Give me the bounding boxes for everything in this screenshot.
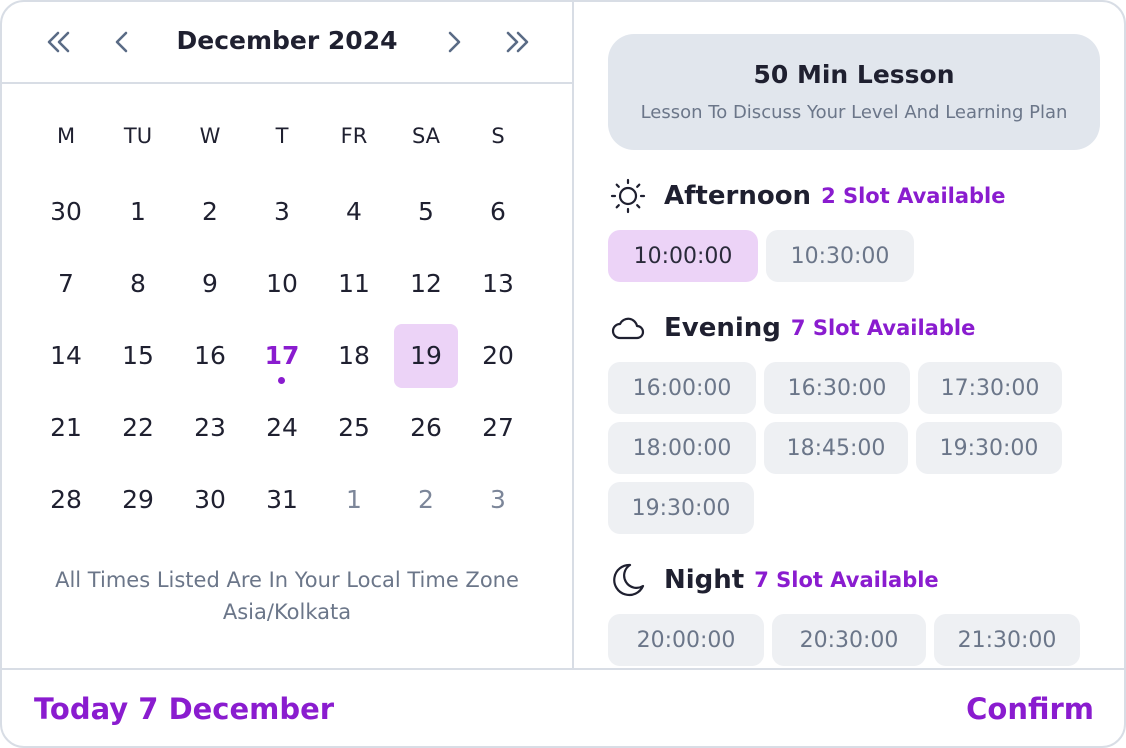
slot-count: 7 Slot Available — [790, 316, 976, 340]
weekday-label: T — [275, 124, 289, 148]
calendar-day[interactable]: 5 — [390, 180, 462, 244]
cloud-icon — [608, 308, 648, 348]
calendar-header: December 2024 — [2, 2, 572, 84]
section-label: Afternoon — [664, 181, 812, 211]
calendar-day[interactable]: 30 — [30, 180, 102, 244]
calendar-day[interactable]: 25 — [318, 396, 390, 460]
slots-pane: 50 Min Lesson Lesson To Discuss Your Lev… — [576, 2, 1124, 668]
time-slot[interactable]: 16:00:00 — [608, 362, 756, 414]
prev-year-button[interactable] — [38, 24, 78, 64]
calendar-day[interactable]: 4 — [318, 180, 390, 244]
chevron-right-icon — [437, 25, 471, 63]
calendar-day[interactable]: 21 — [30, 396, 102, 460]
time-slot[interactable]: 17:30:00 — [918, 362, 1062, 414]
calendar-day[interactable]: 30 — [174, 468, 246, 532]
calendar-day-selected[interactable]: 19 — [390, 324, 462, 388]
calendar-day-next-month[interactable]: 2 — [390, 468, 462, 532]
time-slot[interactable]: 18:00:00 — [608, 422, 756, 474]
section-label: Night — [664, 565, 745, 595]
lesson-title: 50 Min Lesson — [753, 60, 955, 89]
timezone-note: All Times Listed Are In Your Local Time … — [2, 564, 572, 628]
section-label: Evening — [664, 313, 781, 343]
calendar-day-next-month[interactable]: 1 — [318, 468, 390, 532]
calendar-day[interactable]: 16 — [174, 324, 246, 388]
calendar-day[interactable]: 13 — [462, 252, 534, 316]
time-slot-selected[interactable]: 10:00:00 — [608, 230, 758, 282]
calendar-pane: December 2024 M TU W T FR SA S 30 1 2 3 … — [2, 2, 574, 668]
afternoon-section-header: Afternoon 2 Slot Available — [608, 176, 1006, 216]
next-month-button[interactable] — [434, 24, 474, 64]
calendar-day-today[interactable]: 17 — [246, 324, 318, 388]
confirm-button[interactable]: Confirm — [966, 692, 1094, 726]
calendar-day[interactable]: 24 — [246, 396, 318, 460]
weekday-label: SA — [411, 124, 441, 148]
evening-section-header: Evening 7 Slot Available — [608, 308, 975, 348]
calendar-week: 30 1 2 3 4 5 6 — [30, 180, 534, 244]
footer-bar: Today 7 December Confirm — [2, 668, 1124, 746]
month-title: December 2024 — [176, 26, 398, 55]
night-section-header: Night 7 Slot Available — [608, 560, 939, 600]
sun-icon — [608, 176, 648, 216]
calendar-day[interactable]: 26 — [390, 396, 462, 460]
weekday-label: W — [199, 124, 221, 148]
time-slot[interactable]: 10:30:00 — [766, 230, 914, 282]
calendar-week: 14 15 16 17 18 19 20 — [30, 324, 534, 388]
lesson-card: 50 Min Lesson Lesson To Discuss Your Lev… — [608, 34, 1100, 150]
calendar-day[interactable]: 29 — [102, 468, 174, 532]
timezone-note-text: All Times Listed Are In Your Local Time … — [55, 568, 519, 592]
time-slot[interactable]: 19:30:00 — [608, 482, 754, 534]
double-chevron-left-icon — [41, 25, 75, 63]
slot-count: 2 Slot Available — [821, 184, 1006, 208]
calendar-day[interactable]: 1 — [102, 180, 174, 244]
calendar-day-next-month[interactable]: 3 — [462, 468, 534, 532]
calendar-day[interactable]: 28 — [30, 468, 102, 532]
weekday-row: M TU W T FR SA S — [30, 124, 534, 148]
next-year-button[interactable] — [498, 24, 538, 64]
weekday-label: M — [56, 124, 76, 148]
lesson-subtitle: Lesson To Discuss Your Level And Learnin… — [640, 102, 1068, 123]
calendar-day[interactable]: 18 — [318, 324, 390, 388]
calendar-day[interactable]: 12 — [390, 252, 462, 316]
calendar-day[interactable]: 14 — [30, 324, 102, 388]
calendar-day[interactable]: 2 — [174, 180, 246, 244]
calendar-week: 7 8 9 10 11 12 13 — [30, 252, 534, 316]
double-chevron-right-icon — [501, 25, 535, 63]
slot-count: 7 Slot Available — [754, 568, 939, 592]
time-slot[interactable]: 18:45:00 — [764, 422, 908, 474]
weekday-label: FR — [340, 124, 368, 148]
calendar-day[interactable]: 23 — [174, 396, 246, 460]
calendar-day[interactable]: 3 — [246, 180, 318, 244]
calendar-day[interactable]: 20 — [462, 324, 534, 388]
moon-icon — [608, 560, 648, 600]
calendar-day[interactable]: 27 — [462, 396, 534, 460]
calendar-day[interactable]: 6 — [462, 180, 534, 244]
calendar-day[interactable]: 11 — [318, 252, 390, 316]
time-slot[interactable]: 16:30:00 — [764, 362, 910, 414]
calendar-week: 28 29 30 31 1 2 3 — [30, 468, 534, 532]
today-button[interactable]: Today 7 December — [34, 692, 334, 726]
time-slot[interactable]: 19:30:00 — [916, 422, 1062, 474]
time-slot[interactable]: 21:30:00 — [934, 614, 1080, 666]
calendar-day[interactable]: 10 — [246, 252, 318, 316]
calendar-day[interactable]: 22 — [102, 396, 174, 460]
booking-panel: December 2024 M TU W T FR SA S 30 1 2 3 … — [0, 0, 1126, 748]
today-dot-indicator — [278, 377, 285, 384]
calendar-day[interactable]: 15 — [102, 324, 174, 388]
calendar-day[interactable]: 31 — [246, 468, 318, 532]
timezone-name: Asia/Kolkata — [222, 600, 352, 624]
weekday-label: TU — [123, 124, 153, 148]
weekday-label: S — [491, 124, 505, 148]
calendar-week: 21 22 23 24 25 26 27 — [30, 396, 534, 460]
calendar-day[interactable]: 9 — [174, 252, 246, 316]
calendar-day[interactable]: 7 — [30, 252, 102, 316]
calendar-day[interactable]: 8 — [102, 252, 174, 316]
time-slot[interactable]: 20:30:00 — [772, 614, 926, 666]
time-slot[interactable]: 20:00:00 — [608, 614, 764, 666]
